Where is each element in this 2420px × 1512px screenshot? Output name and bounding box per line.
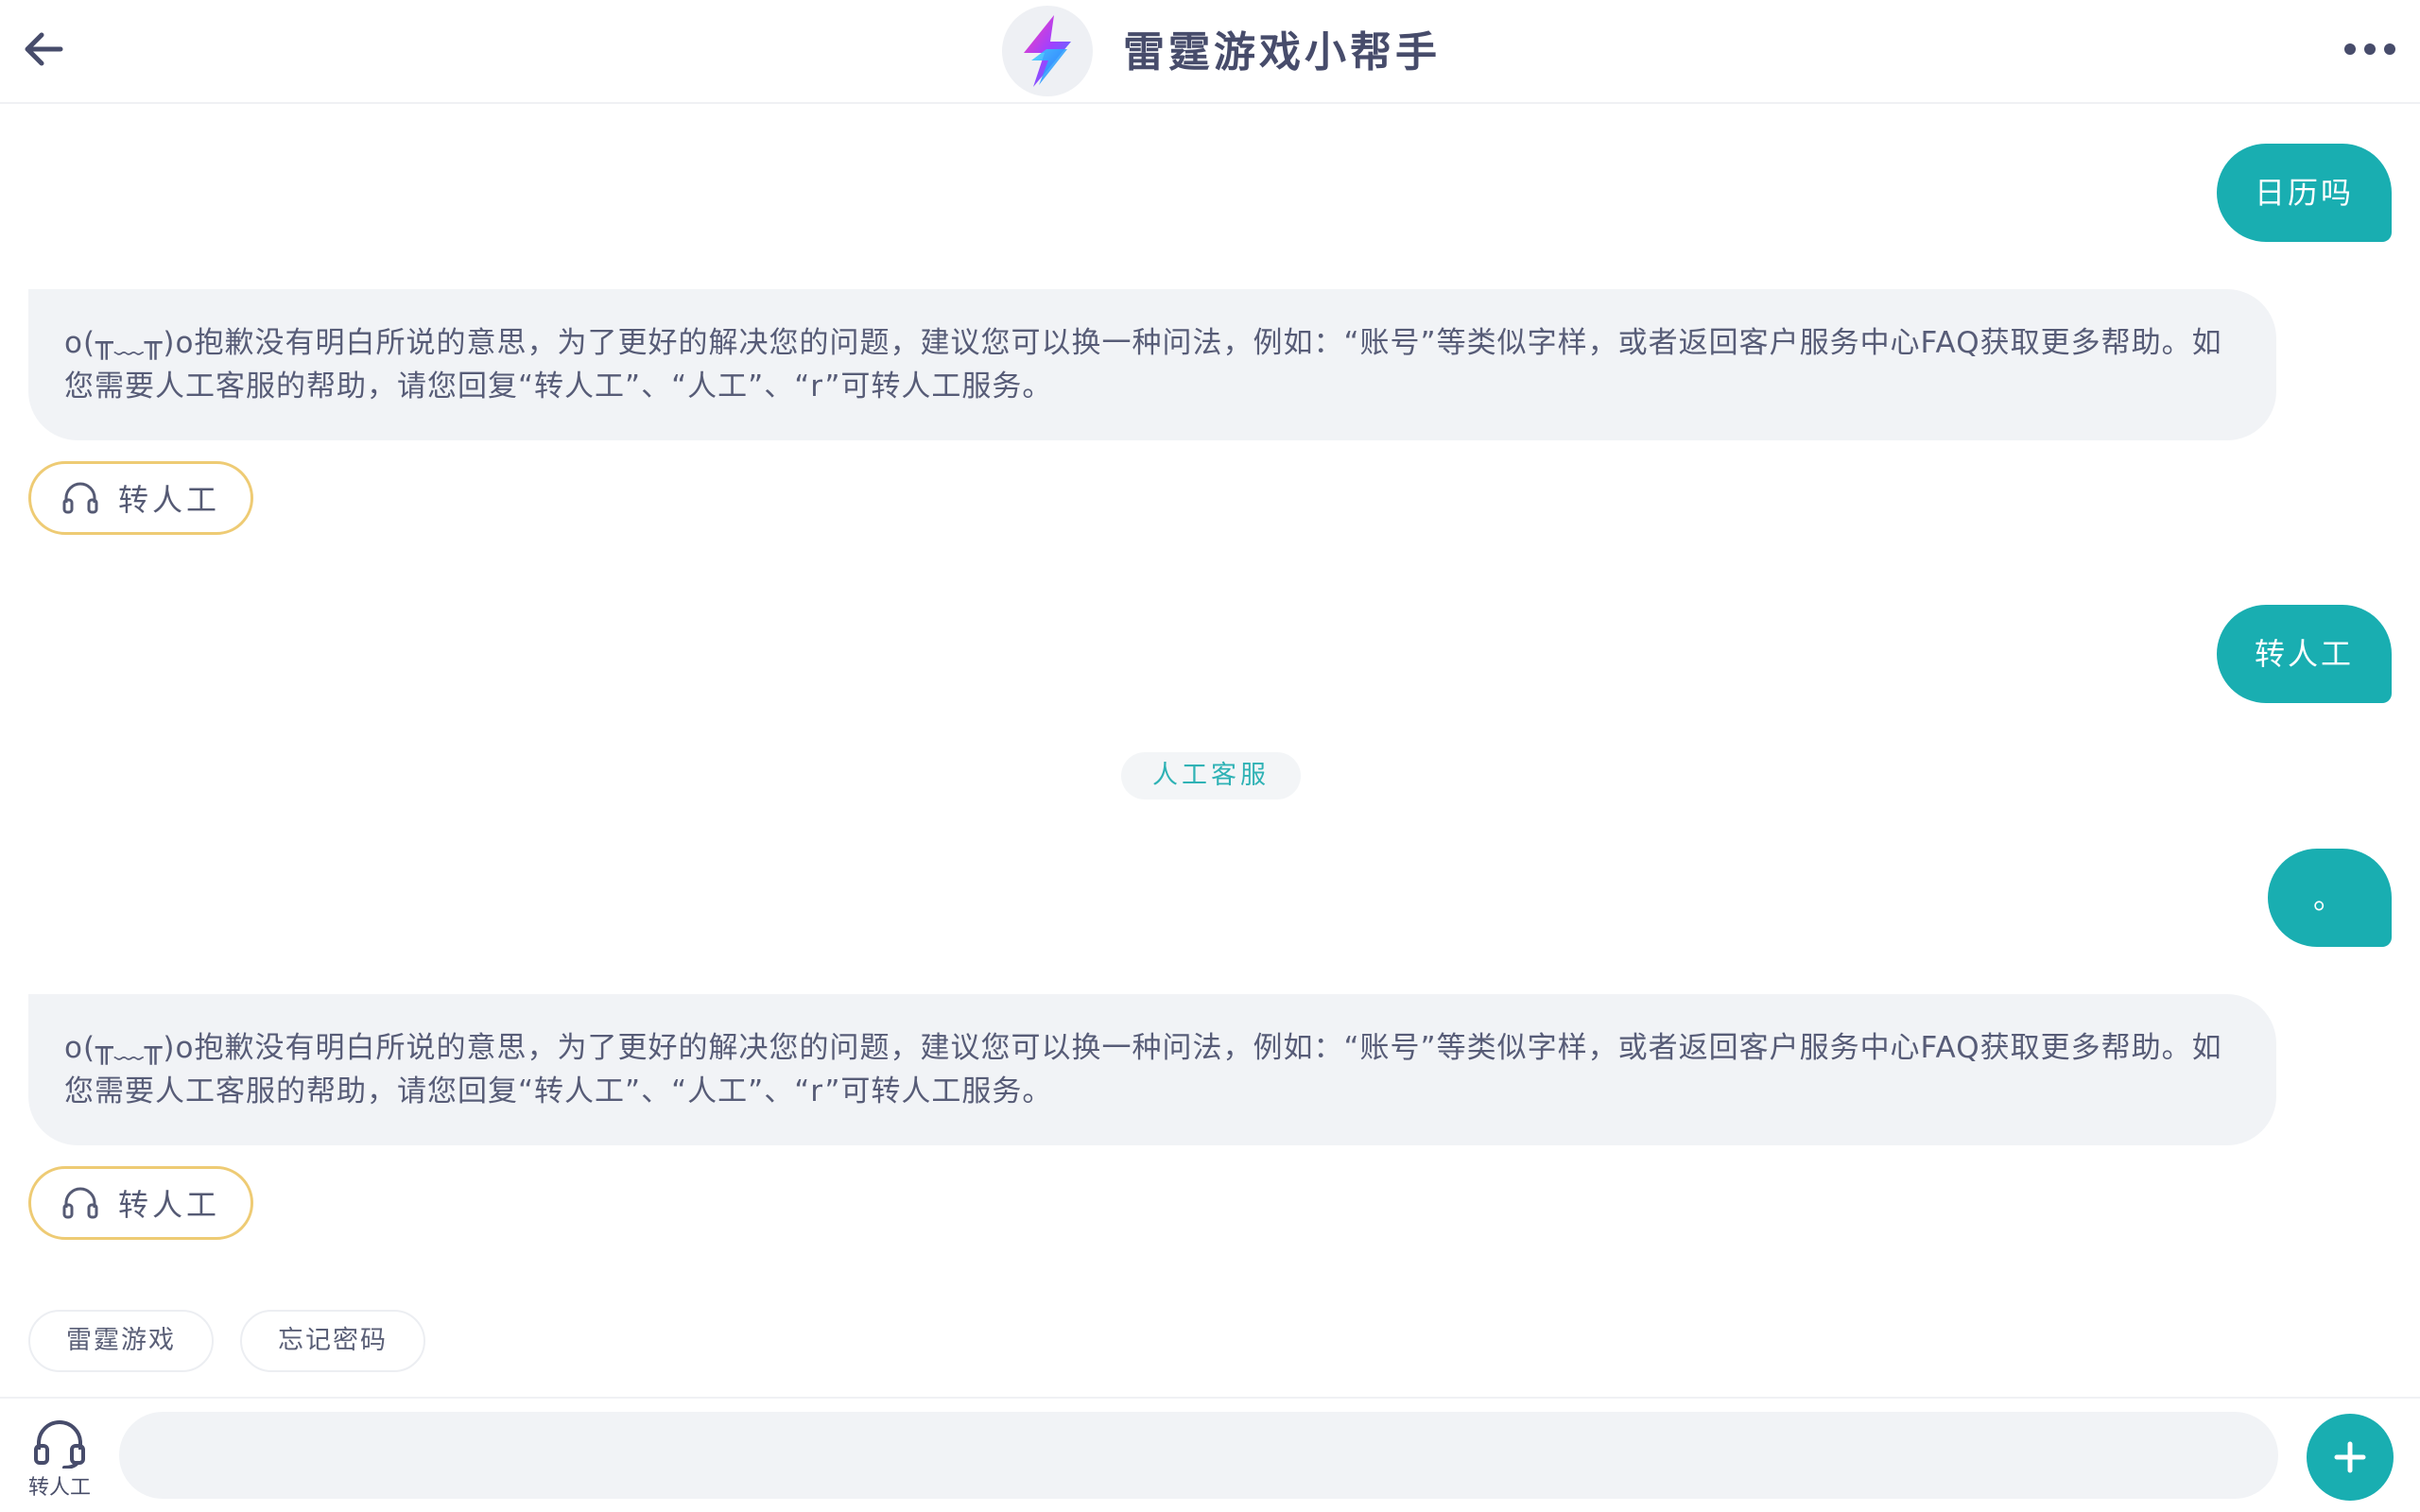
user-message-bubble: 日历吗 xyxy=(2216,144,2392,242)
headset-icon xyxy=(62,482,98,514)
transfer-chip-label: 转人工 xyxy=(118,482,221,518)
input-bar: 转人工 xyxy=(0,1397,2420,1512)
chat-header: 雷霆游戏小帮手 xyxy=(0,0,2420,104)
lightning-logo-icon xyxy=(1002,6,1093,96)
more-horizontal-icon xyxy=(2344,43,2395,55)
transfer-chip-label: 转人工 xyxy=(118,1187,221,1223)
bot-message-bubble: o(╥﹏╥)o抱歉没有明白所说的意思，为了更好的解决您的问题，建议您可以换一种问… xyxy=(28,994,2276,1145)
arrow-left-icon xyxy=(25,32,63,66)
headset-icon xyxy=(34,1420,85,1469)
quick-reply-chip[interactable]: 忘记密码 xyxy=(240,1310,425,1372)
user-message-bubble: 。 xyxy=(2267,849,2392,947)
more-button[interactable] xyxy=(2341,28,2399,70)
headset-icon xyxy=(62,1187,98,1219)
back-button[interactable] xyxy=(17,23,70,76)
transfer-to-agent-button[interactable]: 转人工 xyxy=(28,461,253,535)
plus-icon xyxy=(2334,1441,2366,1473)
transfer-to-agent-button[interactable]: 转人工 xyxy=(28,1166,253,1240)
transfer-agent-label: 转人工 xyxy=(27,1476,91,1500)
message-input[interactable] xyxy=(119,1412,2278,1499)
user-message-bubble: 转人工 xyxy=(2216,605,2392,703)
plus-button[interactable] xyxy=(2307,1414,2394,1501)
system-status-tag: 人工客服 xyxy=(1121,752,1301,799)
chat-message-list[interactable]: 日历吗 o(╥﹏╥)o抱歉没有明白所说的意思，为了更好的解决您的问题，建议您可以… xyxy=(0,104,2420,1397)
bot-message-bubble: o(╥﹏╥)o抱歉没有明白所说的意思，为了更好的解决您的问题，建议您可以换一种问… xyxy=(28,289,2276,440)
transfer-agent-button[interactable]: 转人工 xyxy=(21,1418,98,1510)
page-title: 雷霆游戏小帮手 xyxy=(1123,28,1441,77)
quick-reply-chip[interactable]: 雷霆游戏 xyxy=(28,1310,214,1372)
